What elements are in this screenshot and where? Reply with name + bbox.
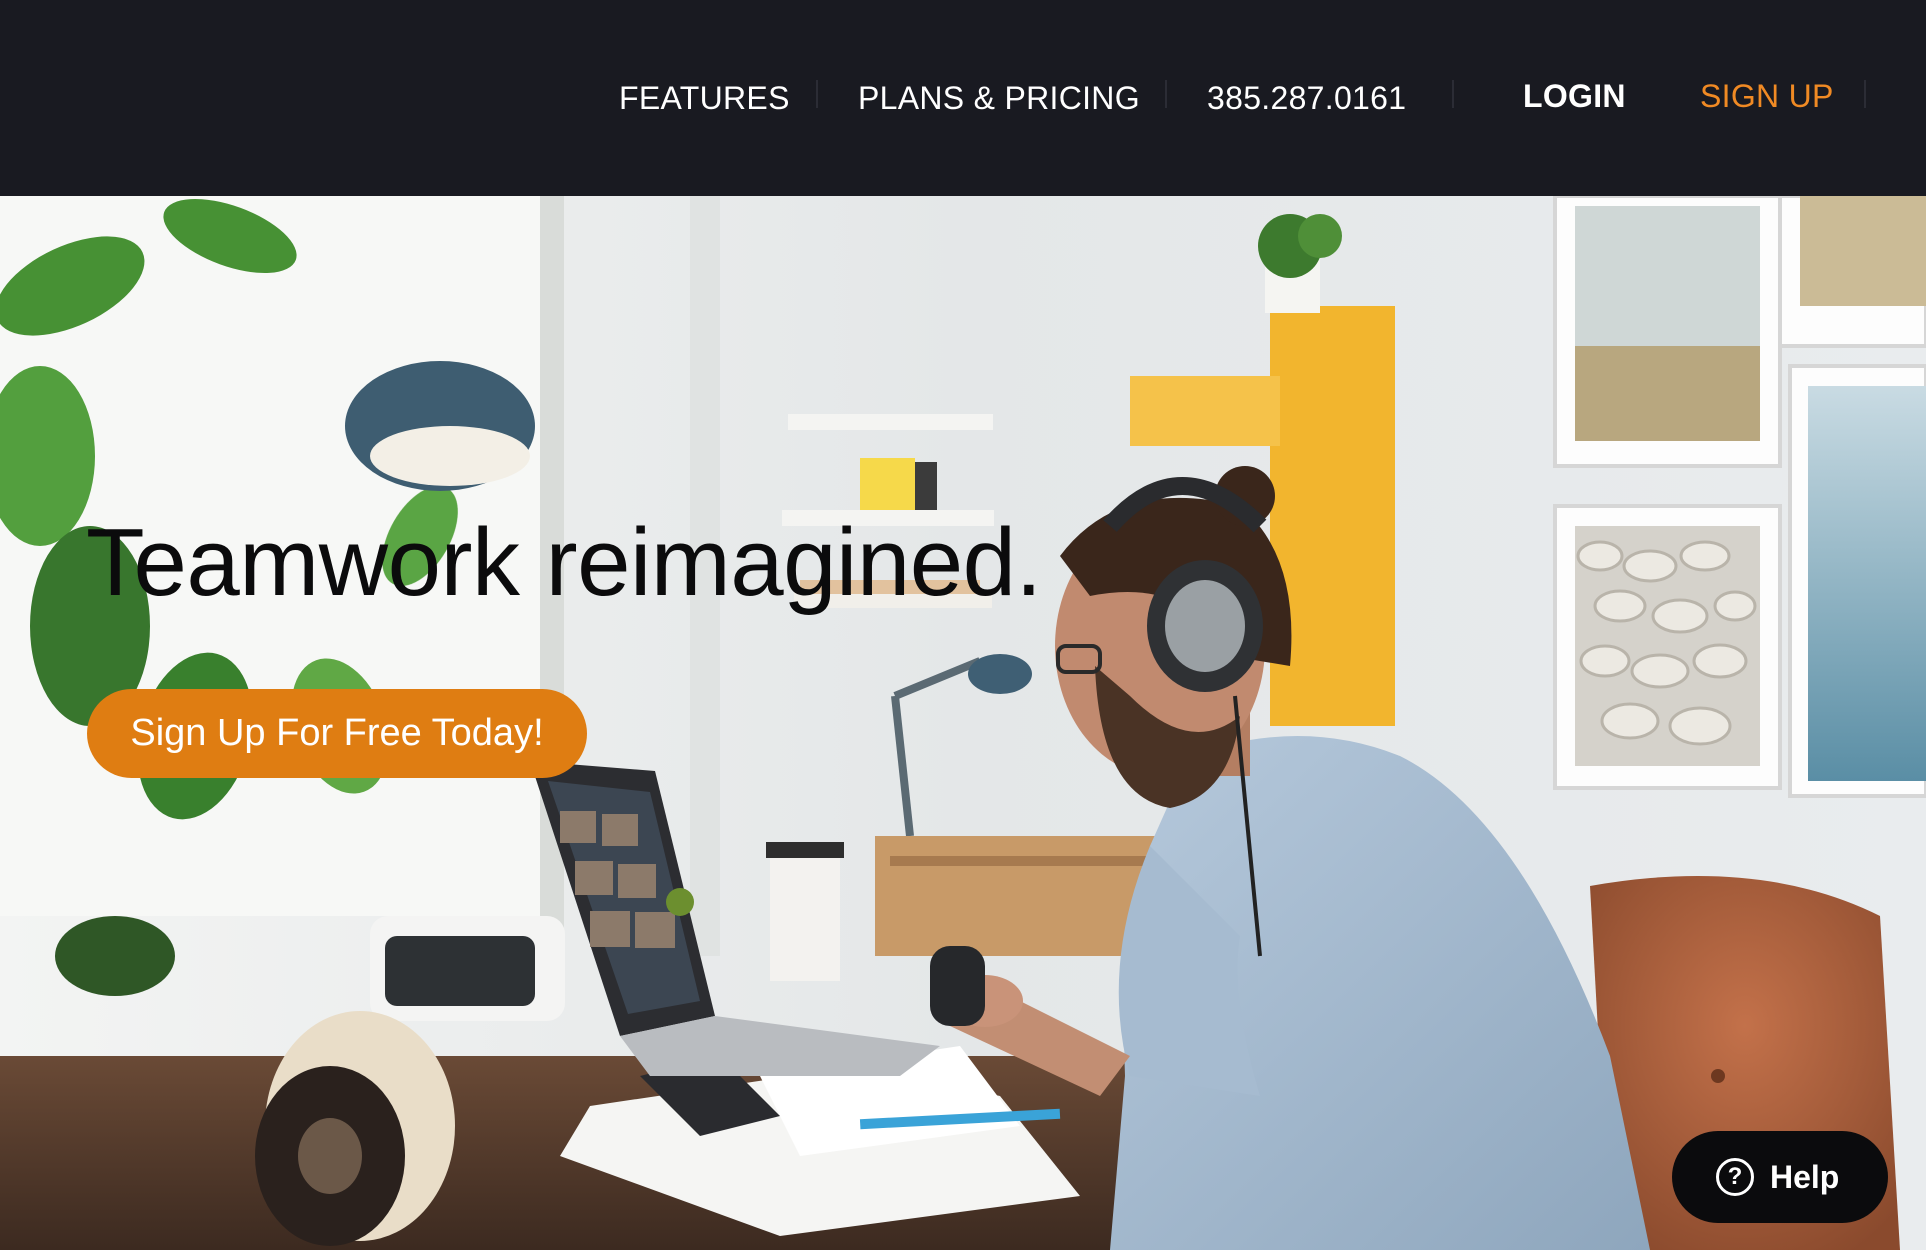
nav-phone-link[interactable]: 385.287.0161 [1207, 76, 1406, 120]
nav-plans-pricing-link[interactable]: PLANS & PRICING [858, 76, 1140, 120]
question-circle-icon: ? [1716, 1158, 1754, 1196]
hero-section: Teamwork reimagined. Sign Up For Free To… [0, 196, 1926, 1250]
help-button[interactable]: ? Help [1672, 1131, 1888, 1223]
hero-headline: Teamwork reimagined. [86, 509, 1042, 616]
help-label: Help [1770, 1159, 1840, 1195]
nav-signup-link[interactable]: SIGN UP [1700, 74, 1834, 118]
nav-divider [816, 80, 818, 108]
top-navigation-bar: FEATURES PLANS & PRICING 385.287.0161 LO… [0, 0, 1926, 196]
nav-divider [1165, 80, 1167, 108]
nav-features-link[interactable]: FEATURES [619, 76, 790, 120]
nav-divider [1864, 80, 1866, 108]
signup-free-button[interactable]: Sign Up For Free Today! [87, 689, 587, 778]
nav-login-link[interactable]: LOGIN [1523, 74, 1626, 118]
nav-divider [1452, 80, 1454, 108]
